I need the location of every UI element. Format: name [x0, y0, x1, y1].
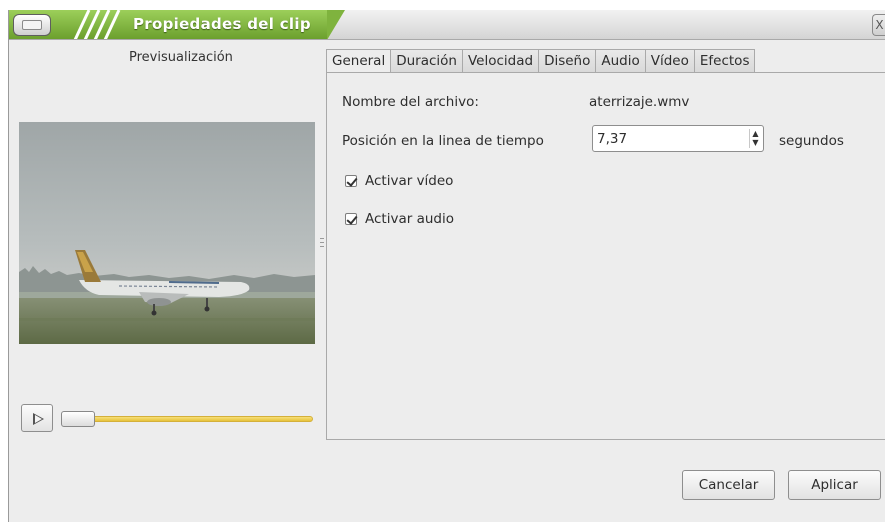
- title-bar[interactable]: Propiedades del clip X: [9, 10, 885, 40]
- spinner-arrows[interactable]: ▲ ▼: [749, 129, 761, 148]
- enable-video-checkbox-box[interactable]: [345, 175, 357, 187]
- pane-resize-handle[interactable]: [320, 238, 324, 252]
- timeline-position-label: Posición en la linea de tiempo: [342, 133, 544, 149]
- spinner-up-icon[interactable]: ▲: [750, 129, 761, 138]
- timeline-position-input[interactable]: [593, 126, 743, 151]
- play-button[interactable]: [21, 404, 53, 432]
- enable-video-checkbox[interactable]: Activar vídeo: [345, 173, 453, 189]
- window-menu-icon: [22, 20, 42, 30]
- window-menu-button[interactable]: [13, 14, 51, 36]
- enable-video-label: Activar vídeo: [365, 173, 454, 189]
- timeline-position-spinner[interactable]: ▲ ▼: [592, 125, 764, 152]
- video-preview: [19, 122, 315, 344]
- tab-velocidad[interactable]: Velocidad: [462, 49, 540, 73]
- timeline-slider[interactable]: [61, 416, 313, 422]
- tab-duracion[interactable]: Duración: [391, 49, 463, 73]
- tab-diseno[interactable]: Diseño: [539, 49, 597, 73]
- timeline-slider-handle[interactable]: [61, 411, 95, 427]
- tab-general[interactable]: General: [326, 49, 392, 74]
- preview-frame-image: [19, 122, 315, 344]
- tab-efectos[interactable]: Efectos: [694, 49, 756, 73]
- play-icon: [33, 413, 44, 425]
- preview-label: Previsualización: [129, 50, 233, 65]
- tab-video[interactable]: Vídeo: [645, 49, 695, 73]
- close-button[interactable]: X: [872, 14, 885, 36]
- filename-label: Nombre del archivo:: [342, 94, 479, 110]
- enable-audio-label: Activar audio: [365, 211, 454, 227]
- spinner-down-icon[interactable]: ▼: [750, 138, 761, 147]
- enable-audio-checkbox[interactable]: Activar audio: [345, 211, 454, 227]
- window-title: Propiedades del clip: [133, 15, 311, 33]
- enable-audio-checkbox-box[interactable]: [345, 213, 357, 225]
- cancel-button[interactable]: Cancelar: [682, 470, 775, 500]
- clip-properties-dialog: Propiedades del clip X Previsualización: [8, 10, 885, 522]
- position-units-label: segundos: [779, 133, 844, 149]
- tab-audio[interactable]: Audio: [596, 49, 646, 73]
- properties-tabs: General Duración Velocidad Diseño Audio …: [326, 49, 756, 74]
- filename-value: aterrizaje.wmv: [589, 94, 690, 110]
- apply-button[interactable]: Aplicar: [788, 470, 881, 500]
- title-stripes-decoration: [73, 10, 121, 39]
